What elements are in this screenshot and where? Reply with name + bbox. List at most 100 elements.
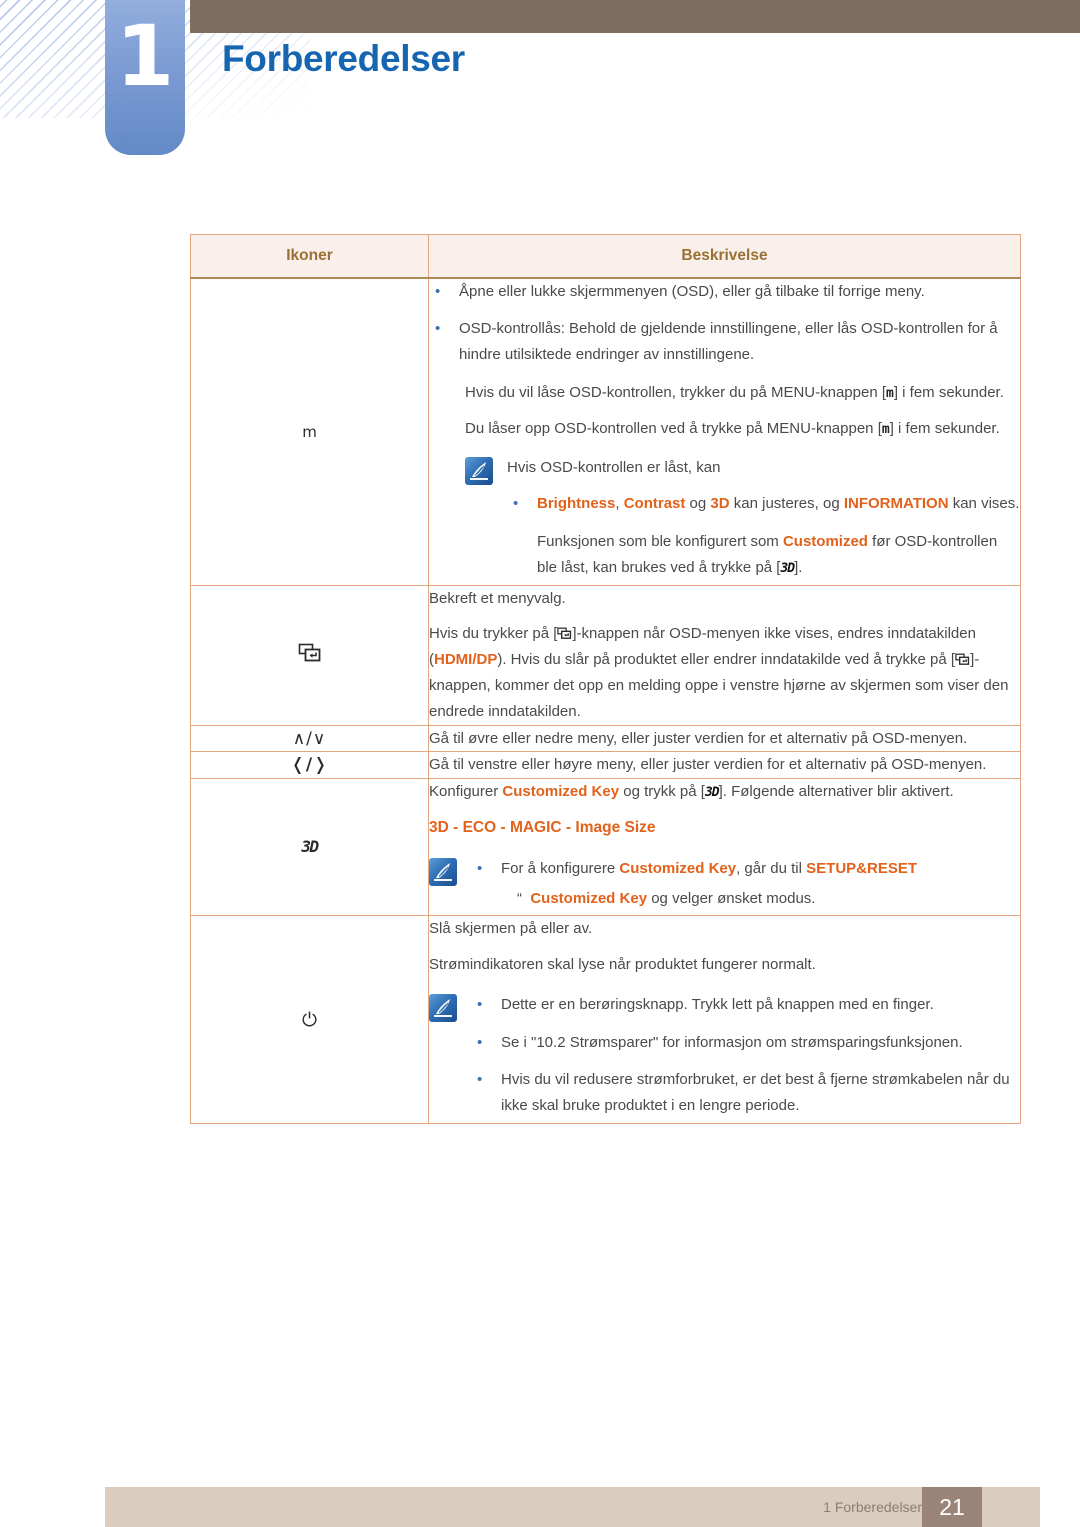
note-pen-icon <box>429 993 457 1022</box>
icon-cell-3d: 3D <box>190 778 429 917</box>
text-fragment: ). Hvis du slår på produktet eller endre… <box>497 651 956 669</box>
list-item: • OSD-kontrollås: Behold de gjeldende in… <box>429 316 1020 368</box>
icon-cell-power: ⏻ <box>190 915 429 1125</box>
term-dp: DP <box>476 651 498 669</box>
table-row: m • Åpne eller lukke skjermmenyen (OSD),… <box>190 277 1021 586</box>
description-cell-menu: • Åpne eller lukke skjermmenyen (OSD), e… <box>428 277 1021 586</box>
table-row: Bekreft et menyvalg. Hvis du trykker på … <box>190 584 1021 726</box>
bullet-marker: • <box>435 282 441 300</box>
term-3d: 3D <box>710 495 730 513</box>
paragraph-source-switch: Hvis du trykker på [ ]-knappen når OSD-m… <box>429 621 1020 724</box>
description-cell-source: Bekreft et menyvalg. Hvis du trykker på … <box>428 584 1021 726</box>
list-item: • Brightness, Contrast og 3D kan justere… <box>507 491 1020 517</box>
text-fragment: Du låser opp OSD-kontrollen ved å trykke… <box>465 419 882 437</box>
bullet-marker: • <box>477 859 483 877</box>
term-customized-key: Customized Key <box>502 783 620 801</box>
list-item-text: Dette er en berøringsknapp. Trykk lett p… <box>501 995 934 1013</box>
page-title: Forberedelser <box>222 38 465 79</box>
text-fragment: ]. <box>794 558 803 576</box>
column-header-beskrivelse: Beskrivelse <box>428 234 1021 279</box>
list-item: • Åpne eller lukke skjermmenyen (OSD), e… <box>429 279 1020 305</box>
menu-keycap: m <box>881 421 890 437</box>
icon-cell-source <box>190 584 429 726</box>
list-item-text: Brightness, Contrast og 3D kan justeres,… <box>537 491 1020 517</box>
source-enter-icon-inline <box>955 649 970 666</box>
list-item: • Dette er en berøringsknapp. Trykk lett… <box>471 992 1020 1018</box>
list-item-text: OSD-kontrollås: Behold de gjeldende inns… <box>459 320 998 364</box>
icon-cell-menu: m <box>190 277 429 586</box>
note-block: Hvis OSD-kontrollen er låst, kan • Brigh… <box>429 455 1020 580</box>
paragraph-customized-key: Konfigurer Customized Key og trykk på [3… <box>429 779 1020 805</box>
list-item: • For å konfigurere Customized Key, går … <box>471 856 1020 882</box>
page-footer: 1 Forberedelser 21 <box>105 1487 1040 1527</box>
options-list-3d-eco-magic-imagesize: 3D - ECO - MAGIC - Image Size <box>429 819 656 837</box>
chapter-number: 1 <box>115 7 175 105</box>
term-contrast: Contrast <box>623 495 686 513</box>
quote-mark: “ <box>517 889 522 907</box>
list-item-text: Åpne eller lukke skjermmenyen (OSD), ell… <box>459 282 925 300</box>
source-enter-icon <box>298 643 322 667</box>
term-setup-reset: SETUP&RESET <box>806 859 917 877</box>
source-enter-icon-inline <box>557 623 572 640</box>
table-row: 3D Konfigurer Customized Key og trykk på… <box>190 778 1021 917</box>
left-right-icon: ❬/❭ <box>290 755 329 776</box>
term-hdmi: HDMI <box>434 651 473 669</box>
text-fragment: ]. Følgende alternativer blir aktivert. <box>718 783 954 801</box>
text-fragment: Hvis du vil låse OSD-kontrollen, trykker… <box>465 383 886 401</box>
icons-description-table: Ikoner Beskrivelse m • Åpne eller lukke … <box>190 234 1021 1125</box>
text-fragment: ] i fem sekunder. <box>889 419 1000 437</box>
text-fragment: og velger ønsket modus. <box>647 889 816 907</box>
power-icon: ⏻ <box>301 1008 318 1031</box>
text-fragment: og <box>685 495 711 513</box>
text-fragment: Konfigurer <box>429 783 503 801</box>
term-brightness: Brightness <box>537 495 616 513</box>
table-row: ∧/∨ Gå til øvre eller nedre meny, eller … <box>190 724 1021 753</box>
3d-keycap: 3D <box>704 785 720 801</box>
bullet-marker: • <box>477 1071 483 1089</box>
up-down-icon: ∧/∨ <box>292 728 327 749</box>
header-brown-bar <box>190 0 1080 33</box>
text-fragment: ] i fem sekunder. <box>893 383 1004 401</box>
description-cell-up-down: Gå til øvre eller nedre meny, eller just… <box>428 724 1021 753</box>
note-pen-icon <box>465 457 493 486</box>
paragraph-customized-note: Funksjonen som ble konfigurert som Custo… <box>507 529 1020 581</box>
text-fragment: , <box>615 495 624 513</box>
paragraph-confirm: Bekreft et menyvalg. <box>429 589 566 607</box>
page-header: 1 Forberedelser <box>0 0 1080 170</box>
paragraph-up-down: Gå til øvre eller nedre meny, eller just… <box>429 729 968 747</box>
bullet-marker: • <box>513 495 519 513</box>
description-cell-3d: Konfigurer Customized Key og trykk på [3… <box>428 778 1021 917</box>
term-customized: Customized <box>782 533 868 551</box>
paragraph-power-toggle: Slå skjermen på eller av. <box>429 920 593 938</box>
note-lead-text: Hvis OSD-kontrollen er låst, kan <box>507 459 721 477</box>
menu-keycap: m <box>886 385 894 401</box>
text-fragment: , går du til <box>736 859 807 877</box>
text-fragment: Hvis du trykker på [ <box>429 625 558 643</box>
bullet-marker: • <box>435 320 441 338</box>
table-header-row: Ikoner Beskrivelse <box>190 234 1021 279</box>
paragraph-lock-instruction: Hvis du vil låse OSD-kontrollen, trykker… <box>429 380 1020 406</box>
list-item: • Hvis du vil redusere strømforbruket, e… <box>471 1067 1020 1119</box>
note-block: • For å konfigurere Customized Key, går … <box>429 856 1020 912</box>
term-information: INFORMATION <box>843 495 949 513</box>
description-cell-power: Slå skjermen på eller av. Strømindikator… <box>428 915 1021 1125</box>
paragraph-customized-key-mode: “ Customized Key og velger ønsket modus. <box>471 886 1020 912</box>
list-item-text: For å konfigurere Customized Key, går du… <box>501 856 1020 882</box>
list-item-text: Hvis du vil redusere strømforbruket, er … <box>501 1071 1010 1115</box>
3d-keycap: 3D <box>780 560 795 576</box>
chapter-number-tab: 1 <box>105 0 185 155</box>
list-item: • Se i "10.2 Strømsparer" for informasjo… <box>471 1030 1020 1056</box>
text-fragment: For å konfigurere <box>501 859 620 877</box>
column-header-ikoner: Ikoner <box>190 234 429 279</box>
bullet-marker: • <box>477 995 483 1013</box>
list-item-text: Se i "10.2 Strømsparer" for informasjon … <box>501 1033 963 1051</box>
term-customized-key: Customized Key <box>530 889 648 907</box>
icon-cell-left-right: ❬/❭ <box>190 751 429 780</box>
paragraph-unlock-instruction: Du låser opp OSD-kontrollen ved å trykke… <box>429 416 1020 442</box>
text-fragment: kan vises. <box>948 495 1020 513</box>
term-customized-key: Customized Key <box>619 859 737 877</box>
table-row: ⏻ Slå skjermen på eller av. Strømindikat… <box>190 915 1021 1125</box>
3d-icon: 3D <box>301 837 319 857</box>
text-fragment: Funksjonen som ble konfigurert som <box>537 533 783 551</box>
note-pen-icon <box>429 857 457 886</box>
